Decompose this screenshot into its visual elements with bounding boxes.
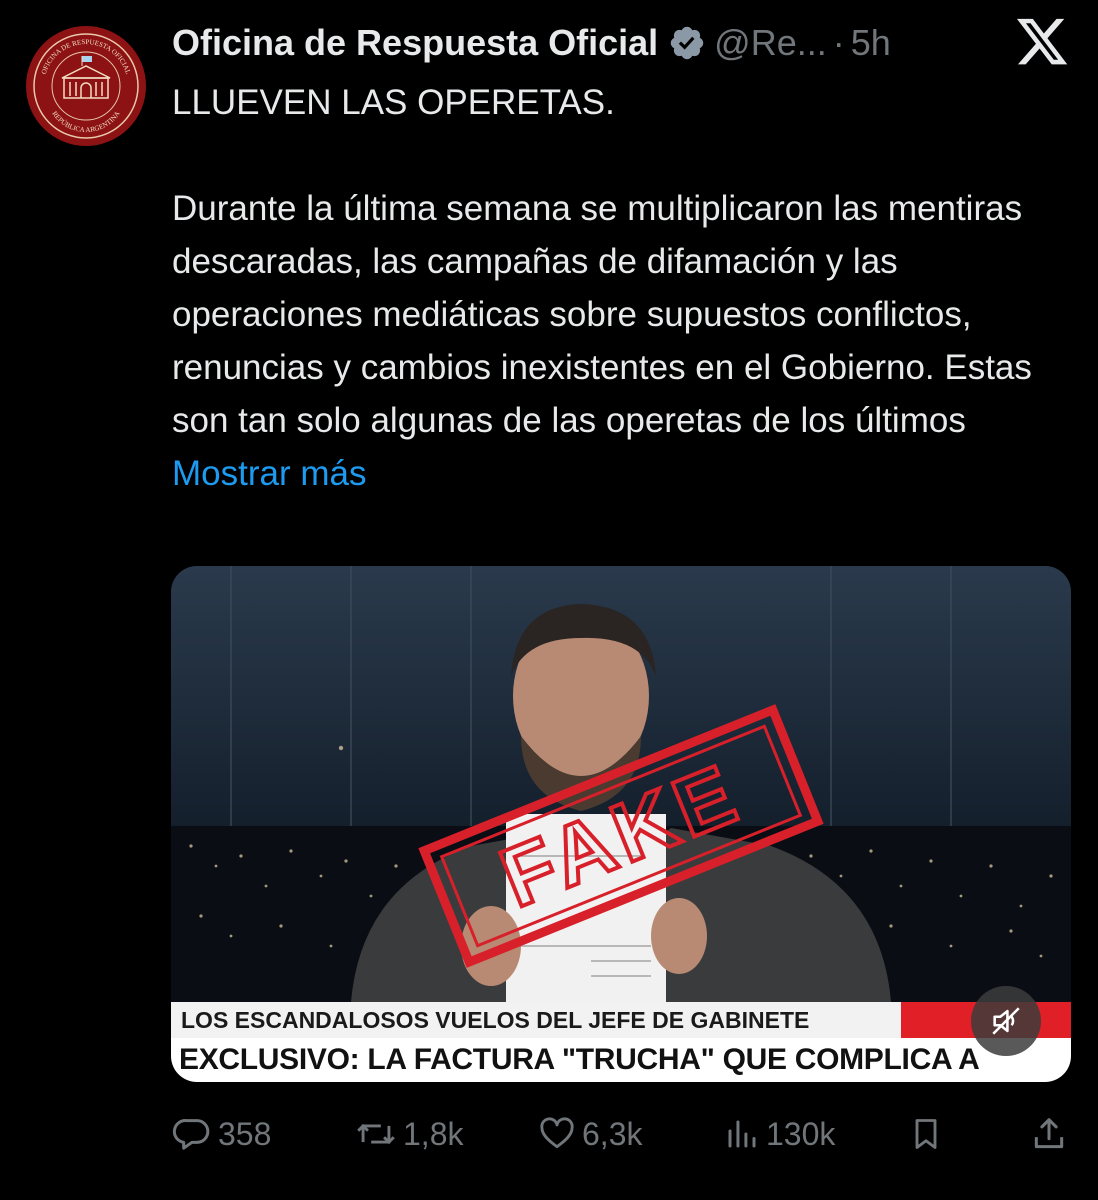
views-button[interactable]: 130k bbox=[724, 1110, 835, 1158]
speaker-muted-icon bbox=[992, 1007, 1020, 1035]
news-headline: EXCLUSIVO: LA FACTURA "TRUCHA" QUE COMPL… bbox=[171, 1038, 1071, 1082]
heart-icon bbox=[540, 1117, 574, 1149]
share-icon bbox=[1034, 1118, 1064, 1149]
share-button[interactable] bbox=[1030, 1110, 1074, 1158]
repost-count: 1,8k bbox=[403, 1115, 464, 1152]
views-icon bbox=[728, 1120, 756, 1148]
tweet-body-text: Durante la última semana se multiplicaro… bbox=[172, 189, 1032, 440]
repost-button[interactable]: 1,8k bbox=[355, 1110, 463, 1158]
like-count: 6,3k bbox=[582, 1115, 643, 1152]
tweet-text: LLUEVEN LAS OPERETAS. Durante la última … bbox=[172, 76, 1072, 500]
verified-badge-icon bbox=[668, 24, 706, 62]
tweet-media-video[interactable]: FAKE LOS ESCANDALOSOS VUELOS DEL JEFE DE… bbox=[171, 566, 1071, 1082]
reply-count: 358 bbox=[218, 1115, 272, 1152]
show-more-link[interactable]: Mostrar más bbox=[172, 454, 366, 493]
separator-dot: · bbox=[832, 22, 845, 63]
bookmark-button[interactable] bbox=[908, 1110, 950, 1158]
reply-button[interactable]: 358 bbox=[172, 1110, 271, 1158]
repost-icon bbox=[357, 1123, 395, 1145]
reply-icon bbox=[172, 1119, 210, 1150]
views-count: 130k bbox=[766, 1115, 836, 1152]
author-avatar[interactable]: OFICINA DE RESPUESTA OFICIAL REPÚBLICA A… bbox=[26, 26, 146, 146]
bookmark-icon bbox=[915, 1119, 937, 1149]
tweet-body: Durante la última semana se multiplicaro… bbox=[172, 182, 1072, 500]
x-logo-icon[interactable] bbox=[1014, 18, 1070, 70]
tweet-title-line: LLUEVEN LAS OPERETAS. bbox=[172, 83, 615, 122]
like-button[interactable]: 6,3k bbox=[538, 1110, 642, 1158]
tweet-timestamp[interactable]: 5h bbox=[851, 22, 891, 64]
author-handle[interactable]: @Re... bbox=[714, 22, 827, 64]
author-display-name[interactable]: Oficina de Respuesta Oficial bbox=[172, 22, 658, 64]
tweet-action-bar: 358 1,8k 6,3k 130k bbox=[172, 1110, 1072, 1158]
seal-logo: OFICINA DE RESPUESTA OFICIAL REPÚBLICA A… bbox=[28, 28, 144, 144]
tweet-header: Oficina de Respuesta Oficial @Re... · 5h bbox=[172, 18, 891, 68]
unmute-button[interactable] bbox=[971, 986, 1041, 1056]
